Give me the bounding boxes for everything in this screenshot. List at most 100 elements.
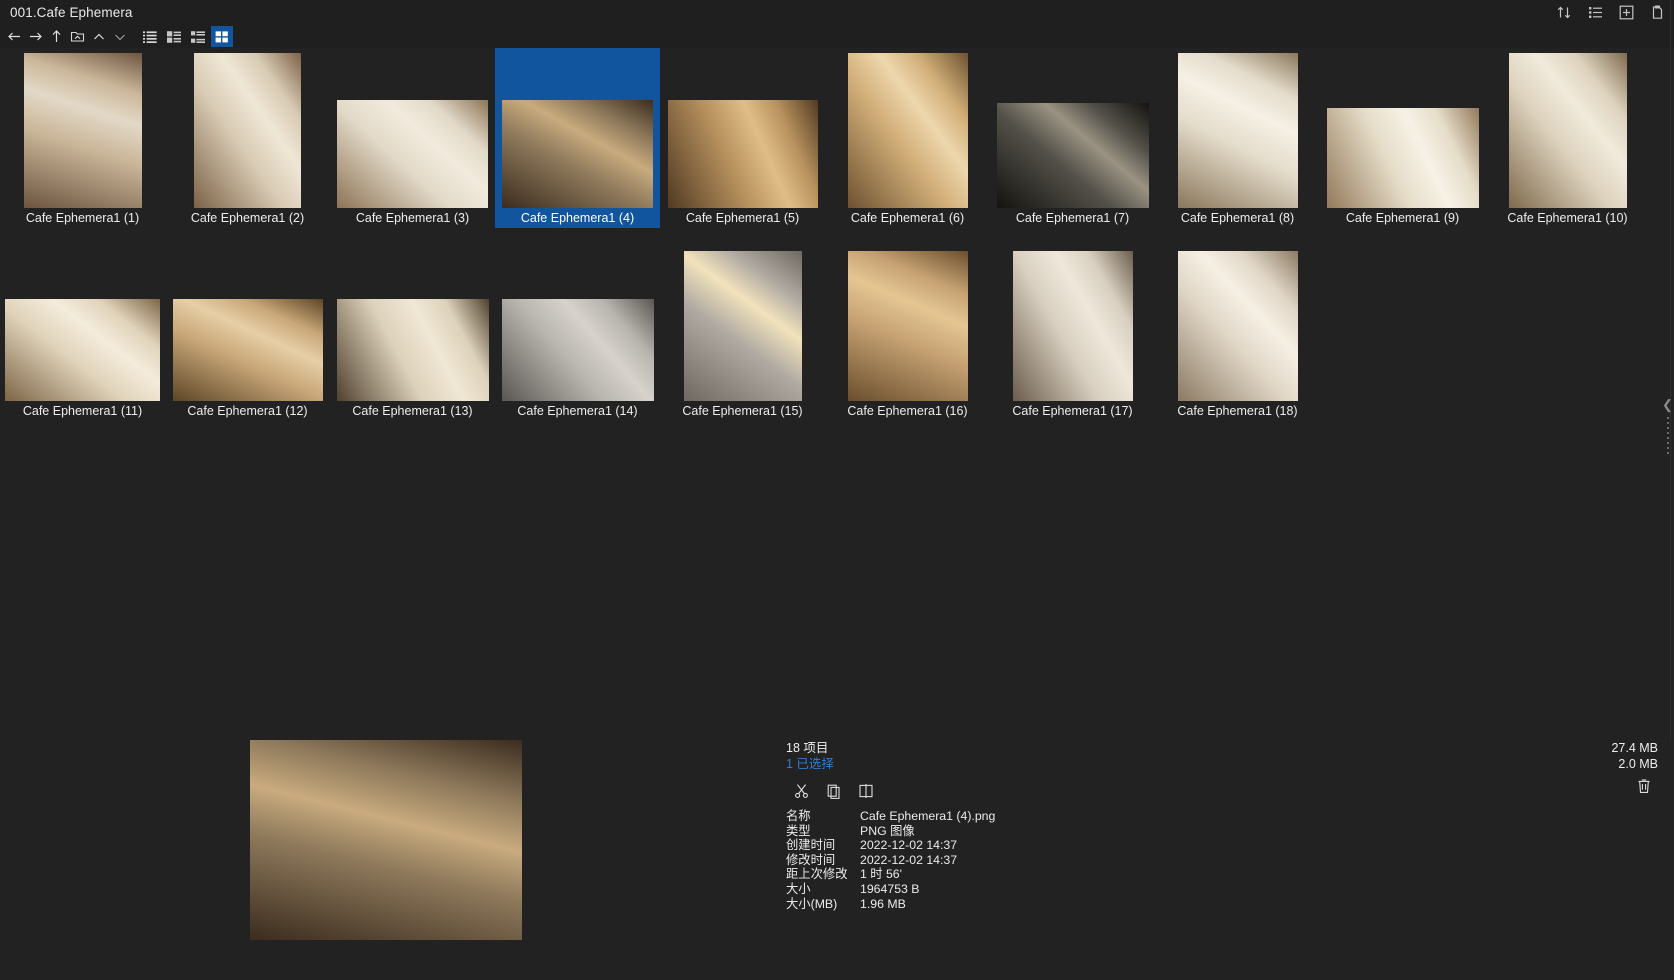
toolbar	[0, 25, 1674, 48]
up-button[interactable]	[46, 26, 67, 47]
thumbnail-cell[interactable]: Cafe Ephemera1 (2)	[165, 48, 330, 228]
file-actions	[786, 781, 1386, 801]
view-tiles[interactable]	[163, 26, 185, 47]
thumbnail-label: Cafe Ephemera1 (10)	[1507, 211, 1628, 225]
back-button[interactable]	[4, 26, 25, 47]
view-list[interactable]	[139, 26, 161, 47]
thumbnail-image[interactable]	[1177, 251, 1298, 401]
thumbnail-grid[interactable]: Cafe Ephemera1 (1) Cafe Ephemera1 (2) Cafe…	[0, 48, 1660, 738]
thumbnail-label: Cafe Ephemera1 (9)	[1345, 211, 1460, 225]
thumbnail-label: Cafe Ephemera1 (12)	[187, 404, 308, 418]
total-size: 27.4 MB	[1611, 741, 1658, 755]
thumbnail-row-1: Cafe Ephemera1 (1) Cafe Ephemera1 (2) Cafe…	[0, 48, 1660, 228]
forward-button[interactable]	[25, 26, 46, 47]
thumbnail-label: Cafe Ephemera1 (3)	[355, 211, 470, 225]
detail-value: PNG 图像	[860, 823, 915, 838]
thumbnail-image[interactable]	[337, 100, 488, 208]
clipboard-icon[interactable]	[1649, 4, 1666, 21]
compare-icon[interactable]	[856, 781, 876, 801]
thumbnail-cell[interactable]: Cafe Ephemera1 (3)	[330, 48, 495, 228]
file-details: 名称 Cafe Ephemera1 (4).png 类型 PNG 图像 创建时间…	[786, 809, 1386, 911]
group-list-icon[interactable]	[1587, 4, 1604, 21]
thumbnail-image[interactable]	[172, 299, 323, 401]
thumbnail-label: Cafe Ephemera1 (13)	[352, 404, 473, 418]
detail-key: 大小(MB)	[786, 896, 838, 911]
thumbnail-label: Cafe Ephemera1 (6)	[850, 211, 965, 225]
thumbnail-label: Cafe Ephemera1 (11)	[22, 404, 143, 418]
detail-value: Cafe Ephemera1 (4).png	[860, 809, 996, 823]
expand-down-button[interactable]	[109, 26, 130, 47]
item-count: 18 项目	[786, 741, 829, 755]
panel-collapse-handle[interactable]: ❮	[1661, 397, 1674, 520]
thumbnail-cell[interactable]: Cafe Ephemera1 (12)	[165, 251, 330, 421]
view-thumbnails[interactable]	[211, 26, 233, 47]
thumbnail-label: Cafe Ephemera1 (1)	[25, 211, 140, 225]
thumbnail-label: Cafe Ephemera1 (16)	[847, 404, 968, 418]
window-title: 001.Cafe Ephemera	[10, 5, 133, 20]
thumbnail-image[interactable]	[847, 251, 968, 401]
thumbnail-cell[interactable]: Cafe Ephemera1 (4)	[495, 48, 660, 228]
thumbnail-cell[interactable]: Cafe Ephemera1 (16)	[825, 251, 990, 421]
thumbnail-image[interactable]	[667, 100, 818, 208]
detail-key: 创建时间	[786, 838, 836, 853]
thumbnail-cell[interactable]: Cafe Ephemera1 (10)	[1485, 48, 1650, 228]
trash-icon[interactable]	[1634, 776, 1654, 796]
detail-row: 大小(MB) 1.96 MB	[786, 897, 1386, 912]
detail-row: 距上次修改 1 时 56'	[786, 867, 1386, 882]
detail-row: 修改时间 2022-12-02 14:37	[786, 853, 1386, 868]
thumbnail-label: Cafe Ephemera1 (14)	[517, 404, 638, 418]
add-box-icon[interactable]	[1618, 4, 1635, 21]
thumbnail-cell[interactable]: Cafe Ephemera1 (6)	[825, 48, 990, 228]
thumbnail-image[interactable]	[5, 299, 160, 401]
chevron-left-icon: ❮	[1662, 397, 1673, 412]
detail-row: 类型 PNG 图像	[786, 824, 1386, 839]
thumbnail-image[interactable]	[502, 100, 653, 208]
detail-key: 距上次修改	[786, 867, 848, 882]
preview-image[interactable]	[250, 740, 522, 940]
collapse-up-button[interactable]	[88, 26, 109, 47]
thumbnail-image[interactable]	[1012, 251, 1133, 401]
thumbnail-image[interactable]	[1177, 53, 1298, 208]
thumbnail-image[interactable]	[194, 53, 301, 208]
thumbnail-cell[interactable]: Cafe Ephemera1 (17)	[990, 251, 1155, 421]
detail-value: 1 时 56'	[860, 867, 902, 882]
sort-icon[interactable]	[1556, 4, 1573, 21]
thumbnail-label: Cafe Ephemera1 (15)	[682, 404, 803, 418]
thumbnail-image[interactable]	[996, 103, 1149, 208]
thumbnail-image[interactable]	[501, 299, 654, 401]
thumbnail-cell[interactable]: Cafe Ephemera1 (14)	[495, 251, 660, 421]
thumbnail-image[interactable]	[847, 53, 968, 208]
toolbar-separator	[130, 36, 139, 37]
detail-key: 类型	[786, 823, 811, 838]
copy-icon[interactable]	[824, 781, 844, 801]
thumbnail-image[interactable]	[683, 251, 802, 401]
thumbnail-cell[interactable]: Cafe Ephemera1 (18)	[1155, 251, 1320, 421]
thumbnail-image[interactable]	[336, 299, 489, 401]
detail-value: 2022-12-02 14:37	[860, 852, 958, 867]
thumbnail-cell[interactable]: Cafe Ephemera1 (5)	[660, 48, 825, 228]
title-bar: 001.Cafe Ephemera	[0, 0, 1674, 25]
view-details[interactable]	[187, 26, 209, 47]
detail-row: 大小 1964753 B	[786, 882, 1386, 897]
thumbnail-label: Cafe Ephemera1 (7)	[1015, 211, 1130, 225]
thumbnail-cell[interactable]: Cafe Ephemera1 (7)	[990, 48, 1155, 228]
size-summary: 27.4 MB 2.0 MB	[1611, 740, 1658, 772]
detail-value: 1964753 B	[860, 881, 920, 896]
thumbnail-label: Cafe Ephemera1 (18)	[1177, 404, 1298, 418]
detail-row: 创建时间 2022-12-02 14:37	[786, 838, 1386, 853]
thumbnail-cell[interactable]: Cafe Ephemera1 (15)	[660, 251, 825, 421]
thumbnail-cell[interactable]: Cafe Ephemera1 (9)	[1320, 48, 1485, 228]
thumbnail-cell[interactable]: Cafe Ephemera1 (1)	[0, 48, 165, 228]
thumbnail-label: Cafe Ephemera1 (17)	[1012, 404, 1133, 418]
thumbnail-image[interactable]	[1326, 108, 1479, 208]
thumbnail-cell[interactable]: Cafe Ephemera1 (8)	[1155, 48, 1320, 228]
thumbnail-image[interactable]	[23, 53, 142, 208]
folder-button[interactable]	[67, 26, 88, 47]
cut-icon[interactable]	[792, 781, 812, 801]
detail-key: 大小	[786, 881, 811, 896]
thumbnail-cell[interactable]: Cafe Ephemera1 (13)	[330, 251, 495, 421]
thumbnail-cell[interactable]: Cafe Ephemera1 (11)	[0, 251, 165, 421]
thumbnail-label: Cafe Ephemera1 (8)	[1180, 211, 1295, 225]
detail-key: 修改时间	[786, 852, 836, 867]
thumbnail-image[interactable]	[1508, 53, 1627, 208]
